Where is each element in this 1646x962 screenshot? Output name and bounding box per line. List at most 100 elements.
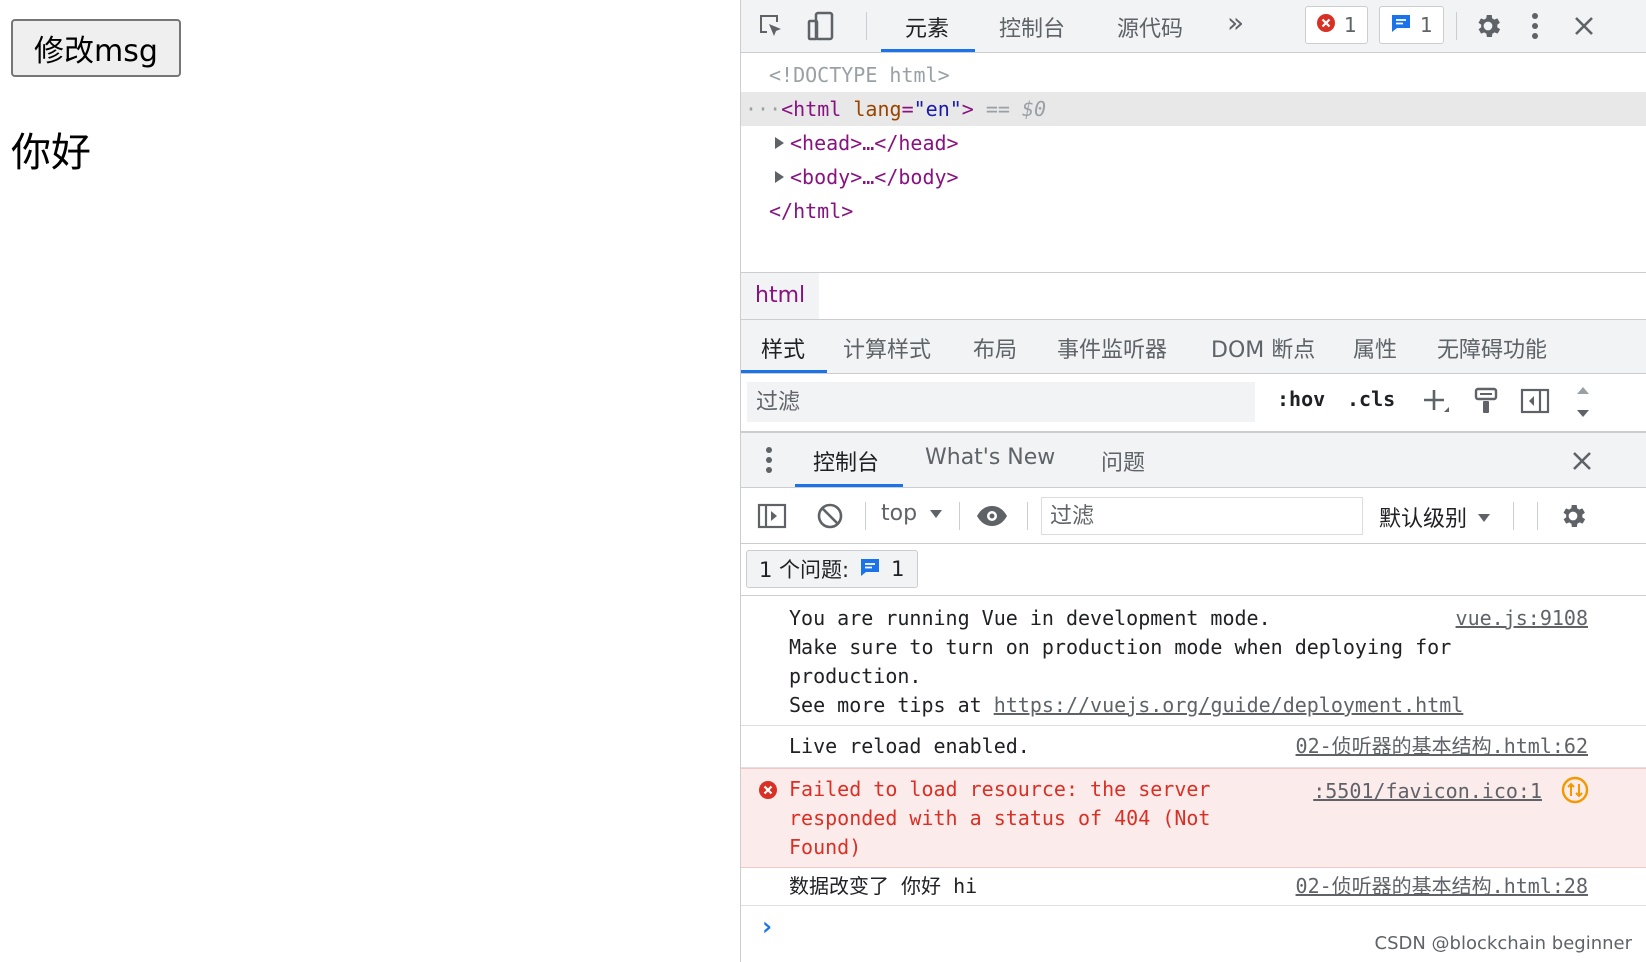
device-toolbar-icon[interactable]	[805, 10, 837, 42]
html-attr-name: lang	[853, 97, 902, 121]
msg-source-link[interactable]: 02-侦听器的基本结构.html:62	[1296, 732, 1588, 761]
more-options-icon[interactable]	[1523, 9, 1547, 43]
msg-source-link[interactable]: vue.js:9108	[1456, 604, 1588, 633]
message-count-badge[interactable]: 1	[1379, 6, 1444, 44]
error-count-badge[interactable]: 1	[1305, 6, 1368, 44]
error-icon	[1316, 13, 1336, 38]
styles-tab-bar: 样式 计算样式 布局 事件监听器 DOM 断点 属性 无障碍功能	[741, 320, 1646, 374]
network-request-icon[interactable]	[1560, 775, 1590, 805]
vue-deployment-link[interactable]: https://vuejs.org/guide/deployment.html	[994, 693, 1464, 717]
drawer-tab-issues[interactable]: 问题	[1101, 445, 1145, 477]
html-close-tag: </html>	[769, 199, 854, 223]
console-message-error: Failed to load resource: the server resp…	[741, 768, 1646, 868]
tab-properties[interactable]: 属性	[1353, 332, 1397, 364]
tab-console[interactable]: 控制台	[999, 11, 1065, 43]
html-close-bracket: >	[961, 97, 974, 121]
paint-brush-icon[interactable]	[1469, 384, 1503, 418]
log-level-selector[interactable]: 默认级别	[1379, 501, 1491, 533]
error-count: 1	[1344, 13, 1357, 37]
head-node-text: <head>…</head>	[790, 131, 959, 155]
tab-accessibility[interactable]: 无障碍功能	[1437, 332, 1547, 364]
rendered-page: 修改msg 你好	[0, 0, 740, 962]
dom-body-node[interactable]: <body>…</body>	[741, 160, 1646, 194]
drawer-tab-bar: 控制台 What's New 问题	[741, 432, 1646, 488]
tab-computed[interactable]: 计算样式	[843, 332, 931, 364]
drawer-menu-icon[interactable]	[759, 443, 779, 477]
drawer-tab-whats-new[interactable]: What's New	[925, 445, 1055, 470]
devtools-panel: 元素 控制台 源代码 » 1 1 <!DOCTYPE html> ···<htm…	[740, 0, 1646, 962]
inspect-element-icon[interactable]	[755, 10, 787, 42]
console-prompt[interactable]: ›	[759, 912, 775, 942]
watermark: CSDN @blockchain beginner	[1374, 933, 1632, 954]
expand-body-icon[interactable]	[775, 171, 784, 183]
message-icon	[1390, 13, 1412, 38]
msg-source-link[interactable]: :5501/favicon.ico:1	[1313, 777, 1542, 806]
dom-html-close[interactable]: </html>	[741, 194, 1646, 228]
tab-event-listeners[interactable]: 事件监听器	[1057, 332, 1167, 364]
msg-line: 数据改变了 你好 hi	[789, 874, 978, 898]
dom-html-node[interactable]: ···<html lang="en"> == $0	[741, 92, 1646, 126]
issues-label: 1 个问题:	[759, 558, 850, 582]
body-node-text: <body>…</body>	[790, 165, 959, 189]
html-open-tag: <html	[781, 97, 842, 121]
console-message-data-changed: 数据改变了 你好 hi 02-侦听器的基本结构.html:28	[741, 868, 1646, 906]
dom-head-node[interactable]: <head>…</head>	[741, 126, 1646, 160]
console-toolbar: top 默认级别	[741, 488, 1646, 544]
live-expression-eye-icon[interactable]	[973, 499, 1011, 533]
dropdown-arrow-icon	[929, 504, 943, 523]
scroll-arrows-icon[interactable]	[1573, 374, 1593, 430]
tab-layout[interactable]: 布局	[973, 332, 1017, 364]
log-level-value: 默认级别	[1379, 507, 1468, 532]
msg-line: responded with a status of 404 (Not	[789, 806, 1211, 830]
msg-line: See more tips at https://vuejs.org/guide…	[789, 691, 1463, 720]
issues-count: 1	[891, 557, 905, 581]
clear-console-icon[interactable]	[813, 499, 847, 533]
context-selector[interactable]: top	[881, 501, 943, 526]
page-message: 你好	[11, 130, 91, 176]
dom-tree: <!DOCTYPE html> ···<html lang="en"> == $…	[741, 53, 1646, 273]
cls-toggle[interactable]: .cls	[1347, 387, 1395, 411]
msg-line: Make sure to turn on production mode whe…	[789, 635, 1452, 659]
error-icon	[757, 779, 779, 801]
console-filter-input[interactable]	[1041, 497, 1363, 535]
context-value: top	[881, 501, 918, 526]
issues-button[interactable]: 1 个问题: 1	[746, 550, 918, 588]
log-level-arrow-icon	[1477, 508, 1491, 527]
new-style-rule-icon[interactable]	[1419, 384, 1453, 418]
console-messages: You are running Vue in development mode.…	[741, 596, 1646, 962]
expand-head-icon[interactable]	[775, 137, 784, 149]
close-devtools-icon[interactable]	[1567, 9, 1601, 43]
html-attr-value: "en"	[913, 97, 962, 121]
drawer-tab-console[interactable]: 控制台	[813, 445, 879, 477]
msg-line: Found)	[789, 835, 862, 859]
msg-line: You are running Vue in development mode.	[789, 606, 1271, 630]
msg-line: production.	[789, 664, 922, 688]
console-settings-icon[interactable]	[1555, 498, 1591, 534]
hov-toggle[interactable]: :hov	[1277, 387, 1325, 411]
console-message-vue-dev: You are running Vue in development mode.…	[741, 596, 1646, 726]
devtools-top-bar: 元素 控制台 源代码 » 1 1	[741, 0, 1646, 53]
modify-msg-button[interactable]: 修改msg	[11, 19, 181, 77]
show-sidebar-icon[interactable]	[755, 499, 789, 533]
styles-filter-input[interactable]	[747, 382, 1255, 422]
toggle-sidebar-icon[interactable]	[1517, 384, 1553, 418]
selected-node-marker: == $0	[985, 97, 1047, 121]
settings-gear-icon[interactable]	[1471, 9, 1505, 43]
tab-styles[interactable]: 样式	[761, 332, 805, 364]
tab-dom-breakpoints[interactable]: DOM 断点	[1211, 332, 1315, 364]
close-drawer-icon[interactable]	[1565, 444, 1599, 478]
issues-row: 1 个问题: 1	[741, 544, 1646, 596]
console-message-live-reload: Live reload enabled. 02-侦听器的基本结构.html:62	[741, 726, 1646, 768]
msg-line: Live reload enabled.	[789, 734, 1030, 758]
msg-source-link[interactable]: 02-侦听器的基本结构.html:28	[1296, 872, 1588, 901]
breadcrumb-bar: html	[741, 272, 1646, 320]
more-tabs-icon[interactable]: »	[1227, 6, 1244, 39]
msg-line: Failed to load resource: the server	[789, 777, 1211, 801]
breadcrumb-html[interactable]: html	[741, 273, 820, 319]
dom-doctype[interactable]: <!DOCTYPE html>	[741, 58, 1646, 92]
tab-sources[interactable]: 源代码	[1117, 11, 1183, 43]
doctype-text: <!DOCTYPE html>	[769, 63, 950, 87]
styles-filter-row: :hov .cls	[741, 374, 1646, 432]
tab-elements[interactable]: 元素	[905, 11, 949, 43]
msg-prefix: See more tips at	[789, 693, 994, 717]
